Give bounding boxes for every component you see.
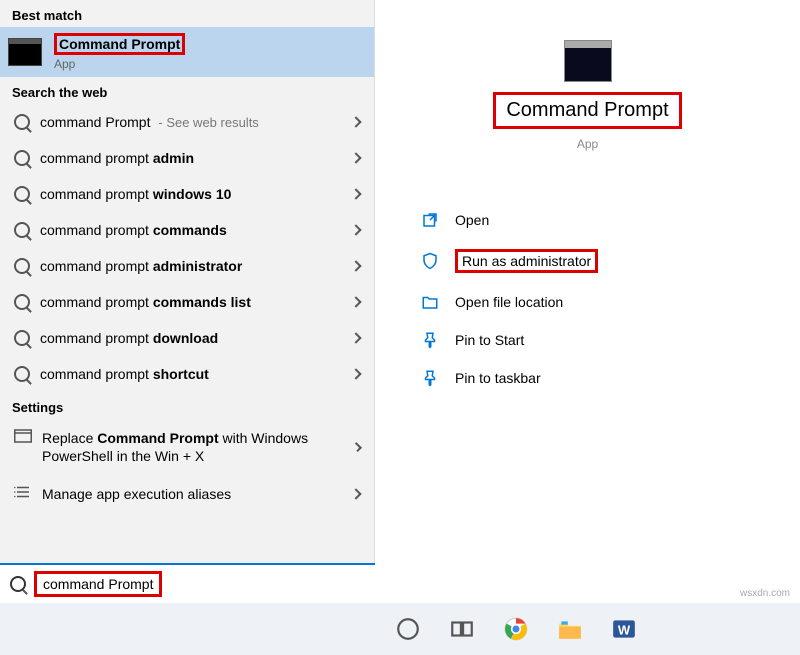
best-match-item[interactable]: Command Prompt App — [0, 27, 374, 77]
best-match-header: Best match — [0, 0, 374, 27]
web-result-item[interactable]: command prompt shortcut — [0, 356, 374, 392]
action-pin-taskbar[interactable]: Pin to taskbar — [415, 359, 780, 397]
cmd-prompt-icon — [8, 38, 42, 66]
chevron-right-icon — [350, 188, 361, 199]
open-icon — [421, 211, 439, 229]
app-icon-large — [564, 40, 612, 82]
web-result-item[interactable]: command prompt commands — [0, 212, 374, 248]
shield-icon — [421, 252, 439, 270]
window-icon — [14, 429, 32, 443]
pin-icon — [421, 369, 439, 387]
search-icon — [14, 186, 30, 202]
settings-header: Settings — [0, 392, 374, 419]
chevron-right-icon — [350, 296, 361, 307]
word-icon[interactable]: W — [611, 616, 637, 642]
chevron-right-icon — [350, 152, 361, 163]
web-result-item[interactable]: command Prompt - See web results — [0, 104, 374, 140]
chrome-icon[interactable] — [503, 616, 529, 642]
action-pin-start[interactable]: Pin to Start — [415, 321, 780, 359]
cortana-icon[interactable] — [395, 616, 421, 642]
app-subtitle: App — [395, 137, 780, 151]
web-header: Search the web — [0, 77, 374, 104]
settings-item-replace[interactable]: Replace Command Prompt with Windows Powe… — [0, 419, 374, 475]
best-match-subtitle: App — [54, 57, 185, 71]
search-icon — [14, 114, 30, 130]
taskbar: W — [0, 603, 800, 655]
chevron-right-icon — [350, 116, 361, 127]
action-open[interactable]: Open — [415, 201, 780, 239]
chevron-right-icon — [350, 489, 361, 500]
search-icon — [14, 330, 30, 346]
search-results-panel: Best match Command Prompt App Search the… — [0, 0, 375, 600]
chevron-right-icon — [350, 260, 361, 271]
search-icon — [14, 294, 30, 310]
web-result-item[interactable]: command prompt windows 10 — [0, 176, 374, 212]
web-result-item[interactable]: command prompt download — [0, 320, 374, 356]
web-result-item[interactable]: command prompt commands list — [0, 284, 374, 320]
list-icon — [14, 485, 32, 499]
chevron-right-icon — [350, 224, 361, 235]
pin-icon — [421, 331, 439, 349]
chevron-right-icon — [352, 442, 362, 452]
search-icon — [14, 222, 30, 238]
watermark: wsxdn.com — [740, 588, 790, 599]
search-icon — [14, 150, 30, 166]
task-view-icon[interactable] — [449, 616, 475, 642]
chevron-right-icon — [350, 368, 361, 379]
search-icon — [14, 366, 30, 382]
search-icon — [10, 576, 26, 592]
chevron-right-icon — [350, 332, 361, 343]
action-file-location[interactable]: Open file location — [415, 283, 780, 321]
explorer-icon[interactable] — [557, 616, 583, 642]
best-match-title: Command Prompt — [54, 33, 185, 55]
details-panel: Command Prompt App Open Run as administr… — [375, 0, 800, 600]
action-run-admin[interactable]: Run as administrator — [415, 239, 780, 283]
web-result-item[interactable]: command prompt administrator — [0, 248, 374, 284]
search-icon — [14, 258, 30, 274]
svg-text:W: W — [618, 622, 631, 637]
search-bar[interactable]: command Prompt — [0, 563, 375, 603]
folder-icon — [421, 293, 439, 311]
app-title: Command Prompt — [493, 92, 681, 129]
web-result-item[interactable]: command prompt admin — [0, 140, 374, 176]
search-input[interactable]: command Prompt — [34, 571, 162, 597]
settings-item-aliases[interactable]: Manage app execution aliases — [0, 475, 374, 513]
